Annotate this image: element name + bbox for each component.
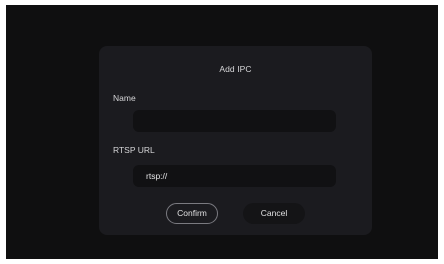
add-ipc-dialog: Add IPC Name RTSP URL rtsp:// Confirm Ca… <box>99 46 372 235</box>
name-label: Name <box>113 93 136 103</box>
app-screen: Add IPC Name RTSP URL rtsp:// Confirm Ca… <box>6 5 438 259</box>
name-input[interactable] <box>133 110 336 132</box>
dialog-title: Add IPC <box>219 64 252 74</box>
rtsp-url-label: RTSP URL <box>113 145 155 155</box>
rtsp-url-input[interactable]: rtsp:// <box>133 165 336 187</box>
confirm-button[interactable]: Confirm <box>166 203 218 224</box>
cancel-button[interactable]: Cancel <box>243 203 305 224</box>
